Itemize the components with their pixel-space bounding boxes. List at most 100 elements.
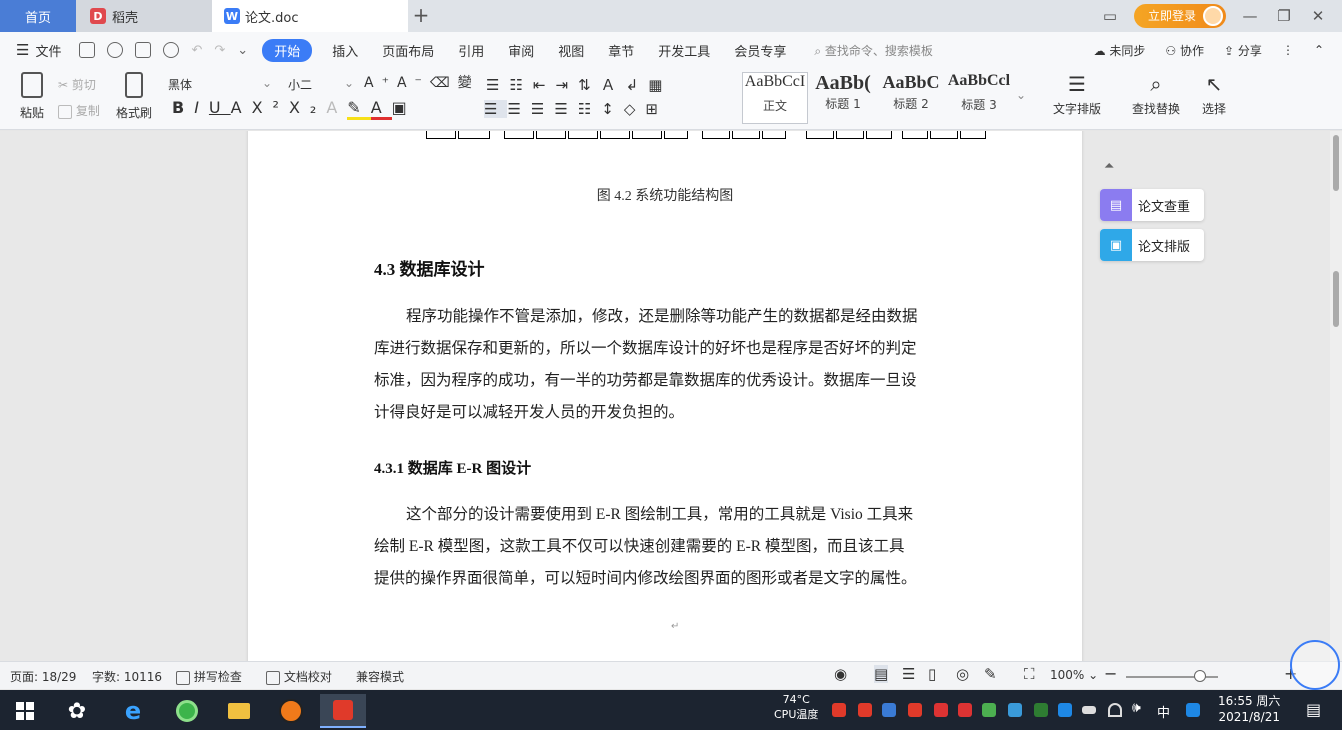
nvidia-icon[interactable] <box>1034 703 1048 717</box>
spell-check-button[interactable]: 拼写检查 <box>176 668 242 685</box>
ie-browser-icon[interactable]: e <box>110 694 156 728</box>
tray-app-icon[interactable] <box>1008 703 1022 717</box>
menu-review[interactable]: 审阅 <box>496 41 546 60</box>
login-button[interactable]: 立即登录 <box>1133 4 1226 28</box>
paper-format-button[interactable]: ▣ 论文排版 <box>1100 229 1204 261</box>
superscript-icon[interactable]: X² <box>252 98 289 117</box>
scrollbar-thumb[interactable] <box>1333 271 1339 327</box>
document-page[interactable]: 图 4.2 系统功能结构图 4.3 数据库设计 程序功能操作不管是添加，修改，还… <box>248 131 1082 661</box>
taskbar-clock[interactable]: 16:55 周六 2021/8/21 <box>1218 693 1280 725</box>
menu-section[interactable]: 章节 <box>596 41 646 60</box>
quick-access-dropdown-icon[interactable]: ⌄ <box>237 43 248 58</box>
doc-proof-button[interactable]: 文档校对 <box>266 668 332 685</box>
select-button[interactable]: ↖ 选择 <box>1196 72 1232 117</box>
menu-view[interactable]: 视图 <box>546 41 596 60</box>
phonetic-icon[interactable]: 變 <box>458 75 480 91</box>
styles-more-icon[interactable]: ⌄ <box>1016 88 1026 102</box>
italic-icon[interactable]: I <box>194 98 209 117</box>
justify-icon[interactable]: ☰ <box>554 100 577 118</box>
bluetooth-icon[interactable] <box>1058 703 1072 717</box>
menu-insert[interactable]: 插入 <box>320 41 370 60</box>
font-size-select[interactable]: 小二 ⌄ <box>288 76 354 93</box>
style-heading-1[interactable]: AaBb( 标题 1 <box>810 72 876 124</box>
outline-view-icon[interactable]: ☰ <box>902 665 915 683</box>
pen-icon[interactable]: ✎ <box>984 665 997 683</box>
copy-button[interactable]: 复制 <box>58 102 100 119</box>
menu-dev-tools[interactable]: 开发工具 <box>646 41 722 60</box>
sort-icon[interactable]: ⇅ <box>578 76 601 94</box>
file-explorer-icon[interactable] <box>216 694 262 728</box>
menu-references[interactable]: 引用 <box>446 41 496 60</box>
align-left-icon[interactable]: ☰ <box>484 100 508 118</box>
collapse-ribbon-icon[interactable]: ⌃ <box>1314 43 1324 57</box>
shrink-font-icon[interactable]: A⁻ <box>397 75 430 91</box>
tray-app-icon[interactable] <box>934 703 948 717</box>
highlight-icon[interactable]: ✎ <box>347 98 371 120</box>
redo-icon[interactable]: ↷ <box>214 43 225 58</box>
wps-app-icon[interactable] <box>320 694 366 728</box>
command-search[interactable]: ⌕ 查找命令、搜索模板 <box>814 42 933 59</box>
green-browser-icon[interactable] <box>164 694 210 728</box>
cut-button[interactable]: ✂ 剪切 <box>58 76 96 93</box>
assistant-avatar-icon[interactable] <box>1290 640 1340 690</box>
zoom-slider-handle[interactable] <box>1194 670 1206 682</box>
format-painter-button[interactable]: 格式刷 <box>112 72 156 121</box>
tab-docer[interactable]: D 稻壳 <box>76 0 212 32</box>
grow-font-icon[interactable]: A⁺ <box>364 75 397 91</box>
wifi-icon[interactable] <box>1108 703 1122 717</box>
save-icon[interactable] <box>79 42 96 58</box>
bold-icon[interactable]: B <box>172 98 194 117</box>
more-icon[interactable]: ⋮ <box>1282 43 1294 57</box>
page-indicator[interactable]: 页面: 18/29 <box>10 668 76 685</box>
windows-start-icon[interactable] <box>2 694 48 728</box>
underline-icon[interactable]: U <box>209 98 231 117</box>
tray-app-icon[interactable] <box>908 703 922 717</box>
text-layout-button[interactable]: ☰ 文字排版 <box>1046 72 1108 117</box>
scrollbar-thumb[interactable] <box>1333 135 1339 191</box>
close-icon[interactable]: ✕ <box>1308 7 1328 25</box>
new-tab-button[interactable]: + <box>410 4 432 26</box>
char-border-icon[interactable]: ▣ <box>392 98 417 117</box>
layout-icon[interactable]: ▭ <box>1100 7 1120 25</box>
menu-home[interactable]: 开始 <box>262 38 313 62</box>
font-name-select[interactable]: 黑体 ⌄ <box>168 76 272 93</box>
table-icon[interactable]: ▦ <box>648 76 672 94</box>
print-preview-icon[interactable] <box>163 42 180 58</box>
font-color-icon[interactable]: A <box>370 98 392 120</box>
zoom-select[interactable]: 100% ⌄ <box>1050 668 1098 682</box>
tab-document[interactable]: W 论文.doc <box>212 0 408 32</box>
numbered-list-icon[interactable]: ☷ <box>509 76 532 94</box>
tray-app-icon[interactable] <box>958 703 972 717</box>
subscript-icon[interactable]: X₂ <box>289 98 326 117</box>
clear-format-icon[interactable]: ⌫ <box>430 75 458 91</box>
paste-button[interactable]: 粘贴 <box>14 72 50 121</box>
distribute-icon[interactable]: ☷ <box>578 100 601 118</box>
show-marks-icon[interactable]: ↲ <box>626 76 649 94</box>
align-center-icon[interactable]: ☰ <box>507 100 530 118</box>
line-spacing-icon[interactable]: ↕ <box>601 100 624 118</box>
tray-app-icon[interactable] <box>832 703 846 717</box>
shield-icon[interactable] <box>882 703 896 717</box>
menu-file[interactable]: 文件 <box>29 41 73 60</box>
vertical-scrollbar[interactable] <box>1330 131 1342 661</box>
eye-icon[interactable]: ◉ <box>834 665 847 683</box>
word-count[interactable]: 字数: 10116 <box>92 668 162 685</box>
bullet-list-icon[interactable]: ☰ <box>486 76 509 94</box>
text-effect-icon[interactable]: A <box>326 98 347 117</box>
tray-app-icon[interactable] <box>858 703 872 717</box>
style-normal[interactable]: AaBbCcI 正文 <box>742 72 808 124</box>
cpu-temperature[interactable]: 74°C CPU温度 <box>774 692 818 722</box>
align-right-icon[interactable]: ☰ <box>531 100 554 118</box>
print-icon[interactable] <box>135 42 152 58</box>
pinwheel-app-icon[interactable]: ✿ <box>54 694 100 728</box>
collab-button[interactable]: ⚇ 协作 <box>1165 42 1204 59</box>
panel-collapse-icon[interactable]: ⏶ <box>1104 159 1114 174</box>
tab-home[interactable]: 首页 <box>0 0 76 32</box>
web-view-icon[interactable]: ◎ <box>956 665 969 683</box>
battery-icon[interactable] <box>1082 706 1096 714</box>
text-direction-icon[interactable]: Ａ <box>601 76 626 94</box>
plagiarism-check-button[interactable]: ▤ 论文查重 <box>1100 189 1204 221</box>
increase-indent-icon[interactable]: ⇥ <box>555 76 578 94</box>
undo-icon[interactable]: ↶ <box>191 43 202 58</box>
page-view-icon[interactable]: ▤ <box>874 665 889 683</box>
